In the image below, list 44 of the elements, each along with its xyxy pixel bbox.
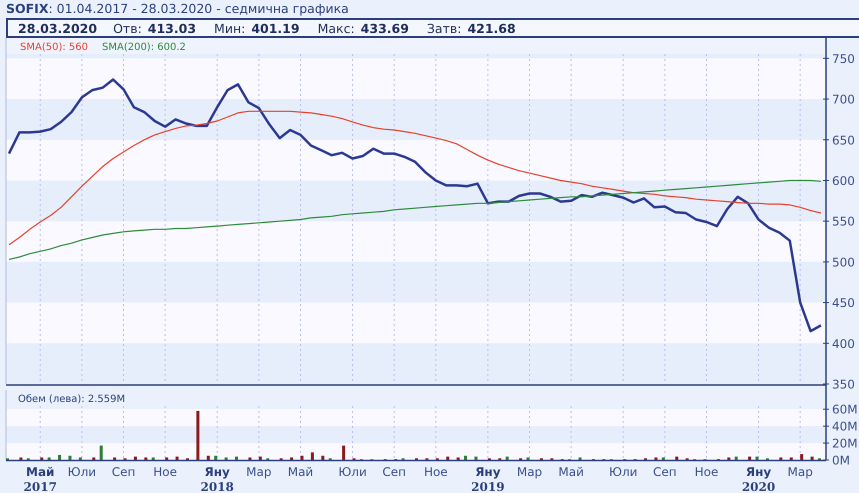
quote-label: Затв: (426, 20, 462, 36)
axis-label: 500 (832, 255, 855, 270)
axis-label: 40M (832, 420, 858, 434)
axis-label: Май (558, 465, 584, 479)
legend-label: SMA(200): 600.2 (102, 42, 186, 53)
quote-value: 413.03 (148, 20, 196, 36)
axis-label: Сеп (653, 465, 677, 479)
axis-label: 0M (832, 454, 850, 468)
legend-label: SMA(50): 560 (20, 42, 88, 53)
axis-label: 60M (832, 402, 858, 417)
axis-label: Яну 2020 (742, 465, 776, 493)
axis-label: Мар (246, 465, 272, 479)
axis-label: 700 (832, 92, 855, 107)
axis-label: 600 (832, 174, 855, 188)
axis-label: 750 (832, 52, 855, 66)
axis-label: 450 (832, 296, 855, 310)
axis-label: Юли (338, 465, 367, 479)
axis-label: Ное (424, 465, 448, 479)
chart-title: SOFIX: 01.04.2017 - 28.03.2020 - седмична графика (5, 0, 350, 18)
axis-label: Май 2017 (24, 465, 57, 493)
axis-label: Мар (516, 465, 542, 479)
axis-label: 550 (832, 214, 855, 229)
axis-label: Сеп (382, 465, 406, 479)
axis-label: Яну 2018 (200, 465, 234, 493)
axis-label: Май (288, 465, 314, 479)
axis-label: Яну 2019 (471, 465, 505, 493)
quote-date: 28.03.2020 (18, 20, 98, 36)
axis-label: Мар (788, 465, 813, 479)
quote-value: 421.68 (467, 20, 516, 36)
quote-label: Отв: (113, 20, 142, 36)
axis-label: 650 (832, 133, 855, 148)
quote-label: Мин: (214, 20, 246, 36)
quote-label: Макс: (318, 20, 355, 36)
axis-label: Сеп (112, 465, 136, 479)
axis-label: Ное (694, 465, 718, 479)
quote-value: 433.69 (360, 20, 409, 36)
quote-value: 401.19 (251, 20, 300, 36)
axis-label: 400 (832, 336, 855, 351)
axis-label: Юли (608, 465, 638, 479)
axis-label: 20M (832, 436, 858, 451)
axis-label: Юли (68, 465, 96, 479)
volume-legend: Обем (лева): 2.559M (18, 394, 126, 405)
axis-label: 350 (832, 378, 855, 390)
axis-label: Ное (153, 465, 178, 479)
